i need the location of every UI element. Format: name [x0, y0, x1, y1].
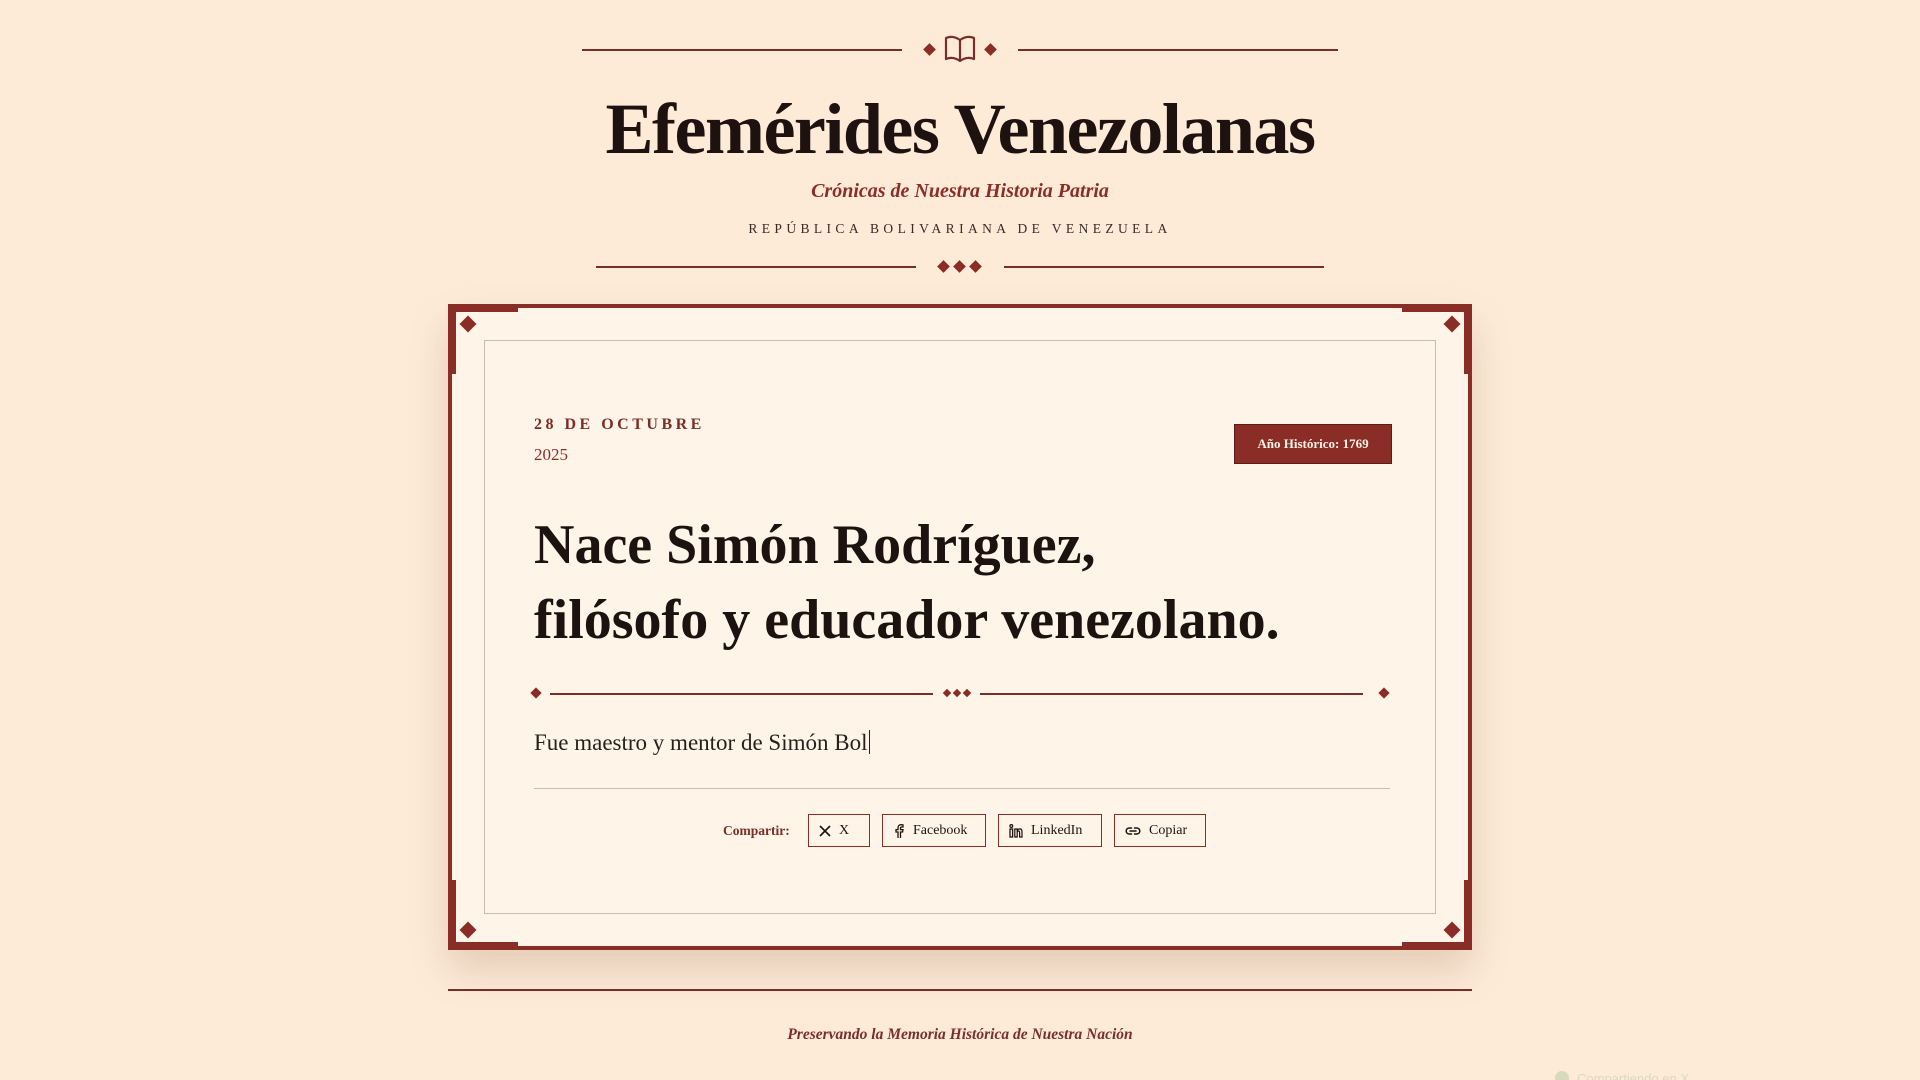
toast-text: Compartiendo en X: [1577, 1070, 1690, 1080]
share-label: Compartir:: [723, 823, 790, 838]
headline-line: filósofo y educador venezolano.: [534, 589, 1280, 651]
ornament-line-left: [582, 49, 902, 51]
ornament-diamond: [962, 688, 972, 698]
corner-diamond: [1443, 315, 1461, 333]
share-facebook-button[interactable]: Facebook: [882, 814, 986, 847]
corner-accent: [1402, 942, 1472, 950]
historic-year-badge: Año Histórico: 1769: [1234, 424, 1392, 464]
ornament-line-left: [550, 693, 933, 695]
x-icon: [819, 824, 831, 837]
share-divider: [534, 788, 1390, 789]
ornament-line-right: [1018, 49, 1338, 51]
date-year: 2025: [534, 445, 568, 464]
ephemeris-card: 28 DE OCTUBRE 2025 Año Histórico: 1769 N…: [448, 304, 1472, 950]
ornament-line-left: [596, 266, 916, 268]
ornament-diamond: [530, 687, 542, 699]
facebook-icon: [895, 823, 904, 838]
corner-accent: [448, 942, 518, 950]
ornament-diamond: [937, 260, 950, 273]
ornament-diamond: [969, 260, 982, 273]
ornament-diamond: [952, 688, 962, 698]
toast-check-icon: [1555, 1071, 1569, 1080]
excerpt-typed-text: Fue maestro y mentor de Simón Bol: [534, 730, 868, 755]
typing-caret: [869, 730, 871, 754]
ornament-diamond: [1378, 687, 1390, 699]
linkedin-icon: [1009, 823, 1023, 838]
footer-divider: [448, 989, 1472, 991]
excerpt-text: Fue maestro y mentor de Simón Bol: [534, 730, 871, 756]
corner-accent: [448, 304, 518, 312]
corner-diamond: [1443, 921, 1461, 939]
corner-accent: [1464, 880, 1472, 950]
link-icon: [1125, 826, 1141, 835]
share-bar: Compartir: X Facebook LinkedIn Copiar: [452, 814, 1468, 848]
share-x-label: X: [839, 822, 850, 838]
open-book-icon: [944, 35, 976, 63]
corner-diamond: [459, 315, 477, 333]
ornament-diamond: [942, 688, 952, 698]
corner-accent: [1402, 304, 1472, 312]
corner-accent: [1464, 304, 1472, 374]
share-toast: Compartiendo en X: [1555, 1068, 1689, 1080]
date-label: 28 DE OCTUBRE: [534, 416, 705, 433]
corner-diamond: [459, 921, 477, 939]
site-subtitle: Crónicas de Nuestra Historia Patria: [811, 180, 1109, 202]
corner-accent: [448, 304, 456, 374]
site-country: REPÚBLICA BOLIVARIANA DE VENEZUELA: [748, 221, 1172, 236]
headline: Nace Simón Rodríguez, filósofo y educado…: [534, 508, 1394, 658]
ornament-diamond: [953, 260, 966, 273]
share-x-button[interactable]: X: [808, 814, 870, 847]
corner-accent: [448, 880, 456, 950]
top-ornament: [0, 34, 1920, 64]
card-ornament-divider: [530, 686, 1394, 702]
footer-tagline: Preservando la Memoria Histórica de Nues…: [787, 1026, 1133, 1043]
share-linkedin-label: LinkedIn: [1031, 822, 1083, 838]
ornament-diamond: [984, 43, 997, 56]
ornament-line-right: [980, 693, 1363, 695]
headline-line: Nace Simón Rodríguez,: [534, 514, 1096, 576]
site-title: Efemérides Venezolanas: [605, 89, 1316, 169]
copy-link-label: Copiar: [1149, 822, 1188, 838]
ornament-line-right: [1004, 266, 1324, 268]
share-facebook-label: Facebook: [913, 822, 968, 838]
copy-link-button[interactable]: Copiar: [1114, 814, 1206, 847]
share-linkedin-button[interactable]: LinkedIn: [998, 814, 1102, 847]
ornament-diamond: [923, 43, 936, 56]
header-divider-ornament: [0, 252, 1920, 282]
